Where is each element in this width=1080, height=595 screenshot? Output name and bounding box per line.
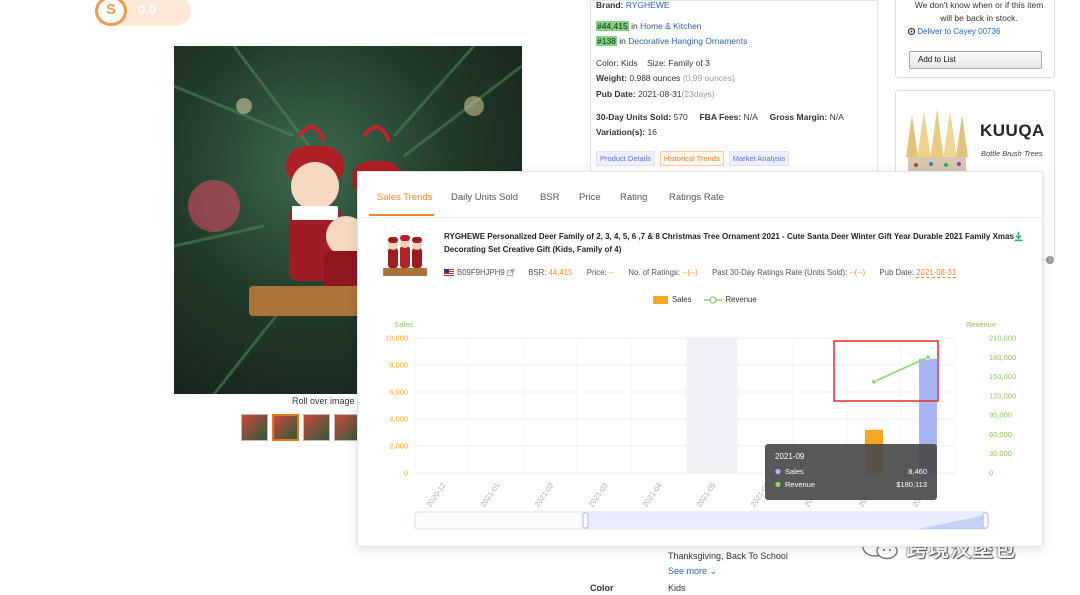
bsr-value: 44,415 xyxy=(548,268,573,277)
product-meta-row: B09F9HJPH9 BSR: 44,415 Price: -- No. of … xyxy=(444,268,957,278)
historical-trends-panel: Sales Trends Daily Units Sold BSR Price … xyxy=(357,171,1044,548)
tab-rating[interactable]: Rating xyxy=(620,192,647,203)
tab-sales-trends[interactable]: Sales Trends xyxy=(377,192,432,203)
left-tick-label: 10,000 xyxy=(385,334,408,343)
x-tick-label: 2021-02 xyxy=(532,481,555,509)
legend-sales-swatch xyxy=(653,295,668,304)
right-tick-label: 0 xyxy=(989,469,993,478)
rank-row-2: #138 in Decorative Hanging Ornaments xyxy=(596,36,748,46)
thumbnail-2[interactable] xyxy=(272,414,299,441)
brand-row: Brand: RYGHEWE xyxy=(596,0,670,10)
variations-row: Variation(s): 16 xyxy=(596,127,657,137)
legend-sales[interactable]: Sales xyxy=(653,295,692,304)
left-tick-label: 6,000 xyxy=(389,388,408,397)
rank-row-1: #44,415 in Home & Kitchen xyxy=(596,21,702,31)
asin-text: B09F9HJPH9 xyxy=(457,268,505,277)
product-title: RYGHEWE Personalized Deer Family of 2, 3… xyxy=(444,232,1014,254)
pub-date-row: Pub Date: 2021-08-31(23days) xyxy=(596,89,715,99)
price-value: -- xyxy=(608,268,615,277)
thumbnail-3[interactable] xyxy=(303,414,330,441)
tab-daily-units-sold[interactable]: Daily Units Sold xyxy=(451,192,518,203)
tooltip-series-name: Revenue xyxy=(785,480,815,489)
x-tick-label: 2021-05 xyxy=(694,481,717,509)
tab-ratings-rate[interactable]: Ratings Rate xyxy=(669,192,724,203)
right-tick-label: 150,000 xyxy=(989,372,1016,381)
tab-historical-trends[interactable]: Historical Trends xyxy=(659,151,724,166)
occasions-text: Thanksgiving, Back To School xyxy=(668,551,788,561)
x-tick-label: 2020-12 xyxy=(424,481,447,509)
tooltip-dot xyxy=(775,481,781,488)
left-tick-label: 2,000 xyxy=(389,442,408,451)
color-size-row: Color: Kids Size: Family of 3 xyxy=(596,58,710,68)
info-tab-bar: Product Details Historical Trends Market… xyxy=(596,151,790,166)
ad-subtitle: Bottle Brush Trees xyxy=(981,149,1043,158)
right-tick-label: 210,000 xyxy=(989,334,1016,343)
trend-tab-bar: Sales Trends Daily Units Sold BSR Price … xyxy=(358,172,1044,218)
weight-row: Weight: 0.988 ounces (0.99 ounces) xyxy=(596,73,735,83)
thumbnail-strip xyxy=(241,414,361,441)
tab-bsr[interactable]: BSR xyxy=(540,192,560,203)
ad-brand-logo: KUUQA xyxy=(980,121,1045,140)
x-tick-label: 2021-03 xyxy=(586,481,609,509)
location-pin-icon xyxy=(907,27,916,35)
right-tick-label: 30,000 xyxy=(989,449,1012,458)
ad-info-icon[interactable]: i xyxy=(1046,256,1054,264)
ratings-rate-value: --(--) xyxy=(849,268,866,277)
add-to-list-button[interactable]: Add to List xyxy=(909,51,1042,69)
download-icon[interactable] xyxy=(1013,231,1024,242)
color-value: Kids xyxy=(668,583,686,593)
see-more-link[interactable]: See more ⌄ xyxy=(668,566,717,577)
tab-market-analysis[interactable]: Market Analysis xyxy=(728,151,790,166)
legend-revenue-swatch xyxy=(703,295,722,304)
us-flag-icon xyxy=(444,269,454,277)
left-tick-label: 4,000 xyxy=(389,415,408,424)
x-tick-label: 2021-01 xyxy=(478,481,501,509)
right-tick-label: 120,000 xyxy=(989,391,1016,400)
bottle-brush-trees-image xyxy=(906,109,968,171)
brand-logo-text: 0.0 xyxy=(138,2,157,17)
category-link-home[interactable]: Home & Kitchen xyxy=(640,21,701,31)
revenue-point xyxy=(925,354,931,360)
stock-message: We don't know when or if this item will … xyxy=(914,0,1044,23)
color-label: Color xyxy=(590,583,614,593)
pub-date-value: 2021-08-31 xyxy=(916,268,957,278)
chevron-down-icon: ⌄ xyxy=(709,566,718,576)
left-tick-label: 0 xyxy=(404,469,408,478)
sales-trend-chart[interactable]: Sales Revenue 0 2,000 4,000 6,000 8,000 10,000 0… xyxy=(358,312,1044,548)
deliver-to-link[interactable]: Deliver to Cayey 00736 xyxy=(907,27,1000,36)
tooltip-series-value: $180,113 xyxy=(896,480,927,489)
range-slider-selection xyxy=(586,512,986,529)
ratings-value: --(--) xyxy=(682,268,698,277)
chart-legend: Sales Revenue xyxy=(653,295,757,304)
tooltip-series-value: 8,460 xyxy=(908,467,927,476)
product-thumbnail xyxy=(380,230,430,280)
tab-price[interactable]: Price xyxy=(579,192,601,203)
right-tick-label: 90,000 xyxy=(989,411,1012,420)
tooltip-title: 2021-09 xyxy=(775,452,805,461)
brand-link[interactable]: RYGHEWE xyxy=(626,0,670,10)
legend-revenue[interactable]: Revenue xyxy=(703,295,757,304)
right-tick-label: 60,000 xyxy=(989,430,1012,439)
buy-box: We don't know when or if this item will … xyxy=(895,0,1055,78)
tab-product-details[interactable]: Product Details xyxy=(596,151,655,166)
external-link-icon[interactable] xyxy=(506,269,514,277)
x-tick-label: 2021-04 xyxy=(640,481,663,509)
range-slider-left-handle xyxy=(582,512,589,529)
range-slider-right-handle xyxy=(982,512,989,529)
left-axis-title: Sales xyxy=(394,320,413,329)
active-tab-indicator xyxy=(369,214,434,216)
left-tick-label: 8,000 xyxy=(389,361,408,370)
hover-column-shade xyxy=(687,338,737,473)
tooltip-dot xyxy=(775,468,781,475)
product-info-card: Brand: RYGHEWE #44,415 in Home & Kitchen… xyxy=(590,0,878,175)
thumbnail-1[interactable] xyxy=(241,414,268,441)
revenue-point xyxy=(871,379,877,385)
tooltip-series-name: Sales xyxy=(785,467,804,476)
right-axis-title: Revenue xyxy=(966,320,996,329)
roll-over-hint: Roll over image xyxy=(292,396,355,406)
units-row: 30-Day Units Sold: 570 FBA Fees: N/A Gro… xyxy=(596,112,844,122)
right-tick-label: 180,000 xyxy=(989,353,1016,362)
category-link-ornaments[interactable]: Decorative Hanging Ornaments xyxy=(628,36,747,46)
